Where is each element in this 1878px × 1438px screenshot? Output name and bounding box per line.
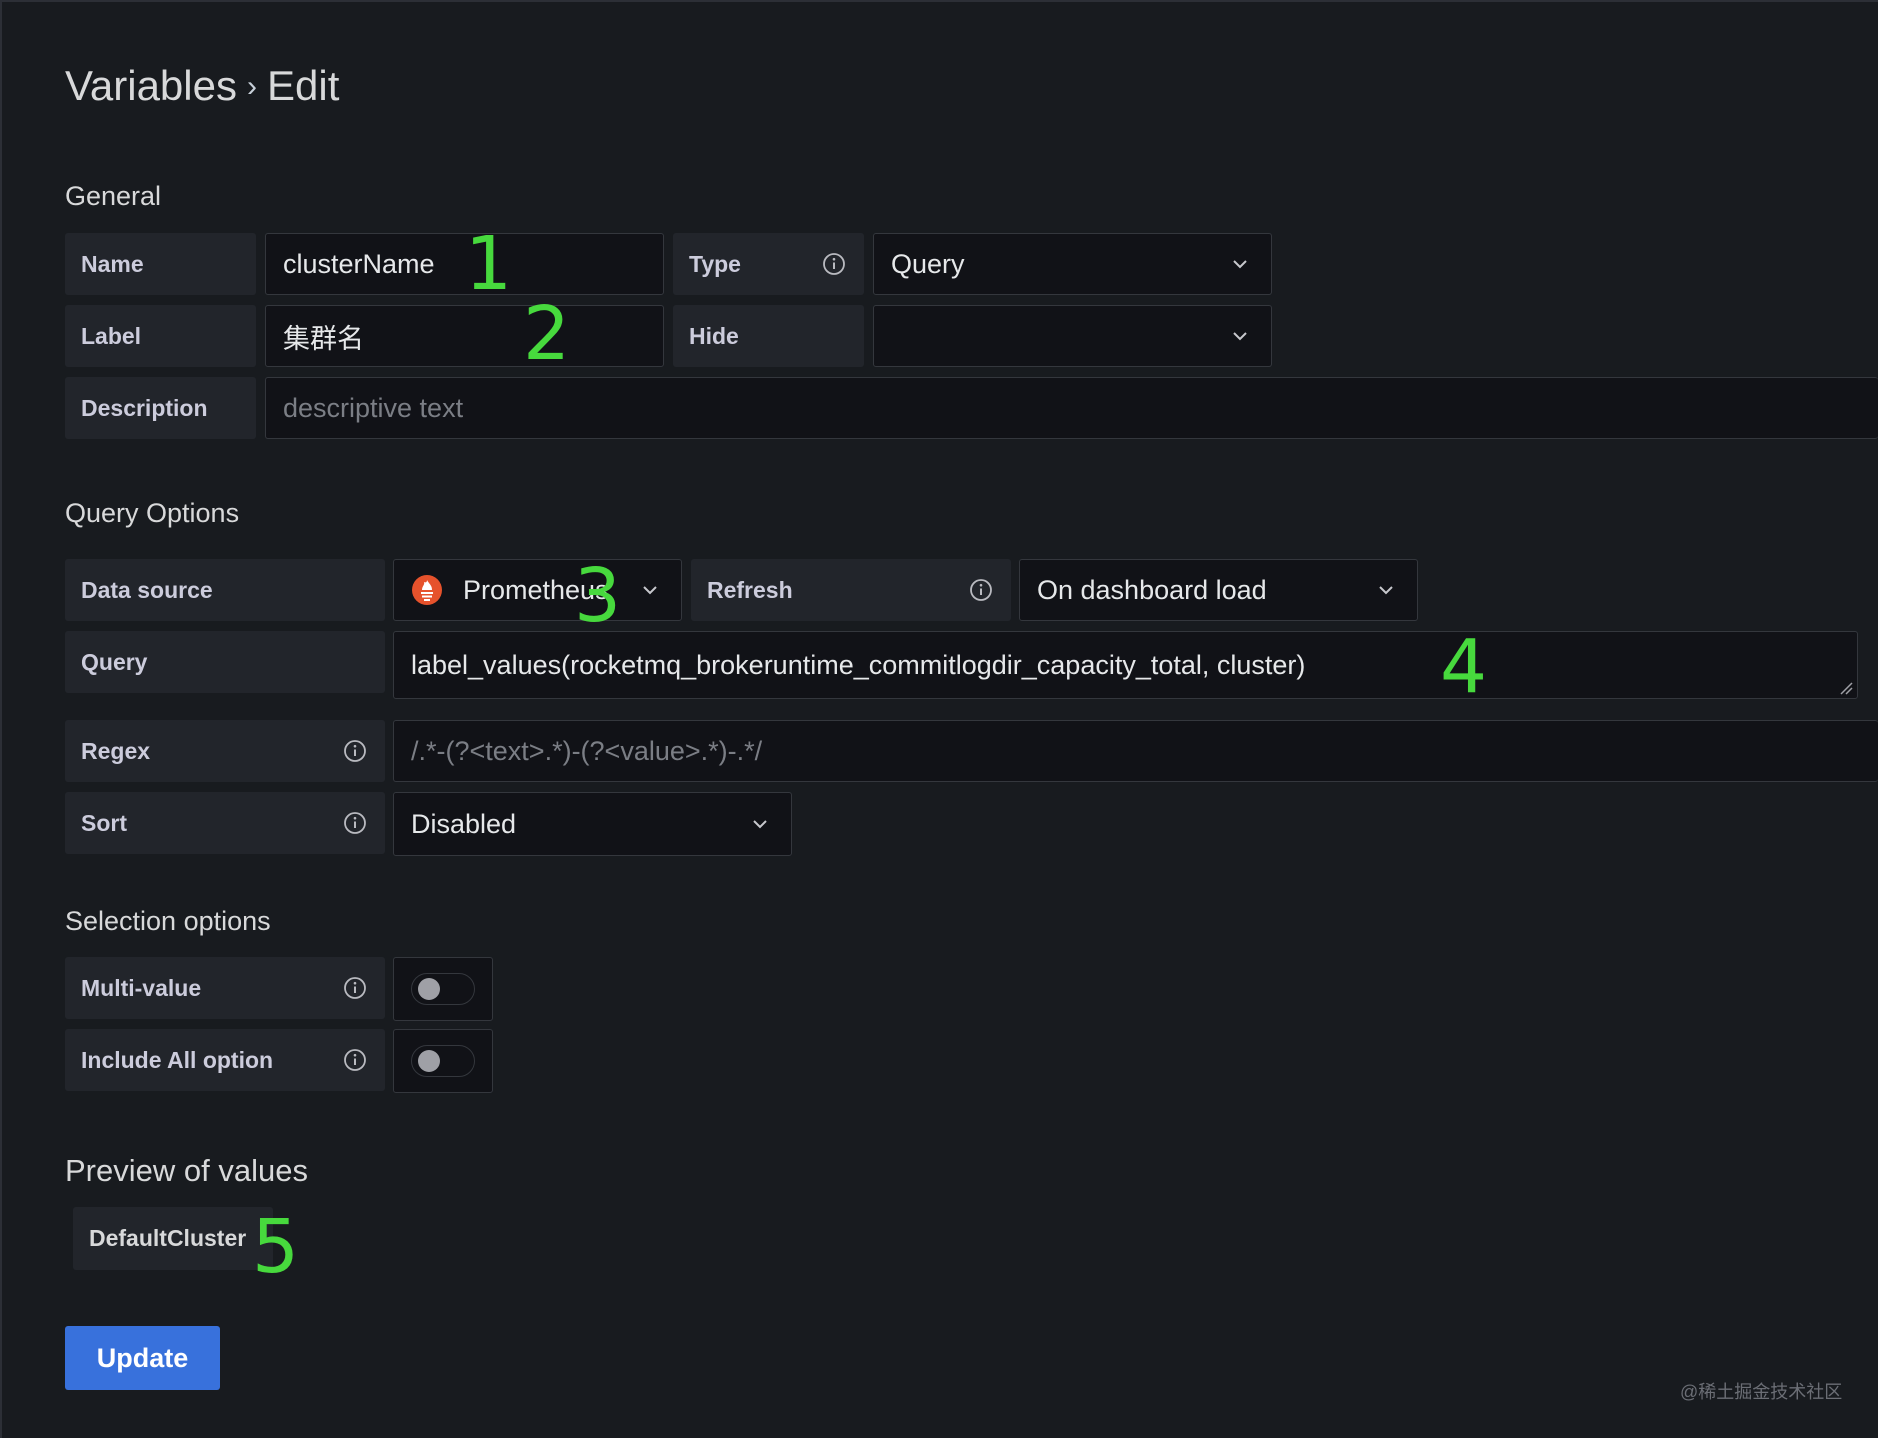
chevron-down-icon (641, 584, 659, 596)
info-icon[interactable] (969, 578, 993, 602)
refresh-label: Refresh (691, 559, 1011, 621)
include-all-label: Include All option (65, 1029, 385, 1091)
include-all-toggle-container (393, 1029, 493, 1093)
section-general-heading: General (65, 181, 162, 211)
sort-select[interactable]: Disabled (393, 792, 792, 856)
multi-value-toggle[interactable] (411, 973, 475, 1005)
description-label: Description (65, 377, 256, 439)
update-button[interactable]: Update (65, 1326, 220, 1390)
refresh-select[interactable]: On dashboard load (1019, 559, 1418, 621)
include-all-toggle[interactable] (411, 1045, 475, 1077)
section-query-options-heading: Query Options (65, 498, 240, 528)
datasource-label: Data source (65, 559, 385, 621)
toggle-knob (418, 1050, 440, 1072)
type-select[interactable]: Query (873, 233, 1272, 295)
toggle-knob (418, 978, 440, 1000)
resize-handle-icon[interactable] (1839, 681, 1853, 695)
info-icon[interactable] (343, 1048, 367, 1072)
page-title: Variables › Edit (65, 62, 339, 110)
breadcrumb-current: Edit (266, 62, 340, 109)
breadcrumb-parent[interactable]: Variables (65, 62, 237, 109)
label-label: Label (65, 305, 256, 367)
name-label: Name (65, 233, 256, 295)
info-icon[interactable] (343, 811, 367, 835)
name-input[interactable]: clusterName (265, 233, 664, 295)
info-icon[interactable] (822, 252, 846, 276)
hide-label: Hide (673, 305, 864, 367)
info-icon[interactable] (343, 739, 367, 763)
type-label: Type (673, 233, 864, 295)
preview-value-chip: DefaultCluster (73, 1207, 273, 1270)
query-label: Query (65, 631, 385, 693)
multi-value-toggle-container (393, 957, 493, 1021)
description-input[interactable]: descriptive text (265, 377, 1878, 439)
window-frame (0, 0, 1878, 1438)
regex-label: Regex (65, 720, 385, 782)
breadcrumb-separator: › (246, 70, 257, 103)
chevron-down-icon (1377, 584, 1395, 596)
query-textarea[interactable]: label_values(rocketmq_brokeruntime_commi… (393, 631, 1858, 699)
regex-input[interactable]: /.*-(?<text>.*)-(?<value>.*)-.*/ (393, 720, 1878, 782)
chevron-down-icon (1231, 258, 1249, 270)
hide-select[interactable] (873, 305, 1272, 367)
chevron-down-icon (751, 818, 769, 830)
info-icon[interactable] (343, 976, 367, 1000)
chevron-down-icon (1231, 330, 1249, 342)
multi-value-label: Multi-value (65, 957, 385, 1019)
sort-label: Sort (65, 792, 385, 854)
prometheus-icon (412, 575, 442, 605)
watermark: @稀土掘金技术社区 (1680, 1382, 1843, 1402)
section-preview-heading: Preview of values (65, 1153, 308, 1188)
label-input[interactable]: 集群名 (265, 305, 664, 367)
section-selection-options-heading: Selection options (65, 906, 271, 936)
datasource-select[interactable]: Prometheus (393, 559, 682, 621)
